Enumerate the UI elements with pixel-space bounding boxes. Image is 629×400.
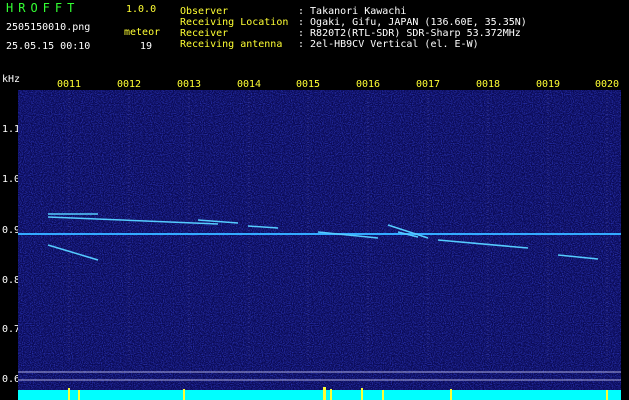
spectrogram-noise [18, 90, 621, 400]
x-tick-label: 0014 [237, 79, 262, 90]
axis-unit-label: kHz [2, 74, 21, 85]
x-tick-label: 0015 [296, 79, 321, 90]
x-tick-label: 0016 [356, 79, 381, 90]
x-tick-label: 0012 [117, 79, 142, 90]
info-value-antenna: : 2el-HB9CV Vertical (el. E-W) [298, 39, 479, 50]
x-tick-label: 0013 [177, 79, 202, 90]
info-value-location: : Ogaki, Gifu, JAPAN (136.60E, 35.35N) [298, 17, 527, 28]
info-key-location: Receiving Location [180, 17, 289, 28]
meteor-count: 19 [140, 41, 153, 52]
capture-datetime: 25.05.15 00:10 [6, 41, 91, 52]
spectrogram [18, 90, 621, 400]
info-value-observer: : Takanori Kawachi [298, 6, 407, 17]
x-tick-label: 0011 [57, 79, 82, 90]
info-key-antenna: Receiving antenna [180, 39, 283, 50]
app-title: HROFFT [6, 1, 80, 15]
baseline-band [18, 390, 621, 400]
info-value-receiver: : R820T2(RTL-SDR) SDR-Sharp 53.372MHz [298, 28, 521, 39]
file-name: 2505150010.png [6, 22, 91, 33]
x-tick-label: 0017 [416, 79, 441, 90]
x-tick-label: 0018 [476, 79, 501, 90]
x-tick-label: 0019 [536, 79, 561, 90]
meteor-label: meteor [124, 27, 161, 38]
x-tick-label: 0020 [595, 79, 620, 90]
info-key-observer: Observer [180, 6, 229, 17]
info-key-receiver: Receiver [180, 28, 229, 39]
app-version: 1.0.0 [126, 4, 157, 15]
